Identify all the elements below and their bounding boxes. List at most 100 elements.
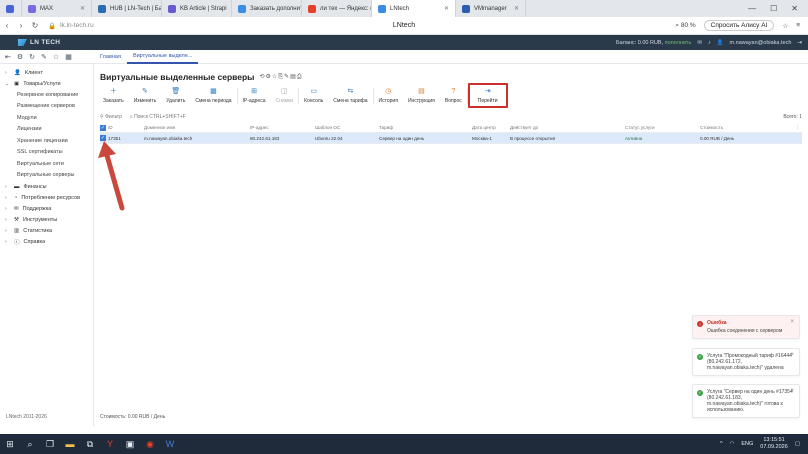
- browser-tab[interactable]: KB Article | Strapi✕: [162, 0, 232, 17]
- column-header[interactable]: Стоимость: [700, 123, 723, 132]
- user-icon[interactable]: 👤: [717, 40, 724, 46]
- column-header[interactable]: Шаблон ОС: [315, 123, 340, 132]
- user-email[interactable]: m.nawayan@obiaka.tech: [730, 40, 792, 46]
- explorer-icon[interactable]: ▣: [120, 434, 140, 454]
- row-checkbox[interactable]: ✓: [100, 133, 106, 143]
- toolbar-button[interactable]: ✎ Изменить: [129, 85, 162, 107]
- breadcrumb-item[interactable]: Виртуальные выделе...: [126, 50, 199, 64]
- column-header[interactable]: Тариф: [379, 123, 393, 132]
- filter-button[interactable]: ⚲ Фильтр: [100, 114, 122, 120]
- toolbar-button[interactable]: ⇥ Перейти: [467, 83, 508, 108]
- browser-tab[interactable]: Заказать дополнительный✕: [232, 0, 302, 17]
- lang-indicator[interactable]: ENG: [741, 441, 753, 447]
- sidebar-section[interactable]: › ⓘ Справка: [0, 236, 93, 247]
- toolbar-button[interactable]: ? Вопрос: [440, 85, 467, 107]
- toolbar-button[interactable]: ◷ История: [374, 85, 403, 107]
- column-header[interactable]: Дата центр: [472, 123, 496, 132]
- back-icon[interactable]: ‹: [0, 21, 14, 30]
- sidebar-section[interactable]: › ✉ Поддержка: [0, 203, 93, 214]
- tab-close-icon[interactable]: ✕: [514, 5, 519, 12]
- notification-center-icon[interactable]: ▢: [795, 441, 800, 447]
- column-header[interactable]: IP-адрес: [250, 123, 269, 132]
- tray-expand-icon[interactable]: ^: [720, 441, 723, 447]
- collapse-icon[interactable]: ⇤: [5, 53, 11, 61]
- select-all-checkbox[interactable]: ✓: [100, 123, 106, 132]
- sidebar-subitem[interactable]: SSL сертификаты: [0, 147, 93, 159]
- logo[interactable]: LN TECH: [18, 39, 60, 46]
- forward-icon[interactable]: ›: [14, 21, 28, 30]
- sidebar-subitem[interactable]: Лицензии: [0, 124, 93, 136]
- sidebar-subitem[interactable]: Резервное копирование: [0, 89, 93, 101]
- toolbar-button[interactable]: ▭ Консоль: [299, 85, 328, 107]
- topup-link[interactable]: пополнить: [665, 40, 692, 46]
- column-settings-icon[interactable]: ⋮: [795, 123, 800, 132]
- yandex-browser-icon[interactable]: Y: [100, 434, 120, 454]
- url-field[interactable]: 🔒 lk.ln-tech.ru: [48, 22, 94, 30]
- toolbar-button[interactable]: ＋ Заказать: [98, 85, 129, 107]
- close-icon[interactable]: ×: [790, 388, 794, 394]
- browser-tab[interactable]: VMmanager ✕: [456, 0, 526, 17]
- sidebar-subitem[interactable]: Виртуальные сети: [0, 158, 93, 170]
- reload-icon[interactable]: ↻: [28, 21, 42, 30]
- sidebar-subitem[interactable]: Хранение лицензии: [0, 135, 93, 147]
- toolbar-button[interactable]: 🗑 Удалить: [161, 85, 190, 107]
- toolbar-button[interactable]: ▤ Инструкция: [403, 85, 440, 107]
- word-icon[interactable]: W: [160, 434, 180, 454]
- search-field[interactable]: ⌕ Поиск CTRL+SHIFT+F: [130, 114, 186, 120]
- title-actions-icons[interactable]: ⟲⚙☆⎘✎▤⎙: [259, 73, 302, 81]
- sidebar-section[interactable]: › ▬ Финансы: [0, 181, 93, 192]
- sidebar-subitem[interactable]: Виртуальные серверы: [0, 170, 93, 182]
- browser-tab[interactable]: LNtech ✕: [372, 0, 456, 17]
- zoom-indicator[interactable]: ⌕ 80 %: [675, 22, 695, 30]
- star-icon[interactable]: ☆: [53, 53, 59, 61]
- logo-mark-icon: [18, 39, 27, 46]
- close-icon[interactable]: ×: [790, 319, 794, 325]
- grid-icon[interactable]: ▦: [65, 53, 72, 61]
- sidebar-section[interactable]: ⌄ ▣ Товары/Услуги: [0, 78, 93, 89]
- close-icon[interactable]: ×: [790, 352, 794, 358]
- wifi-icon[interactable]: ◠: [730, 441, 735, 447]
- minimize-icon[interactable]: —: [748, 4, 756, 13]
- file-explorer-icon[interactable]: ▬: [60, 434, 80, 454]
- success-notification: ✓ × Услуга "Промокодный тариф #16444 (80.2…: [692, 348, 800, 376]
- refresh-icon[interactable]: ↻: [29, 53, 35, 61]
- task-view-icon[interactable]: ❐: [40, 434, 60, 454]
- browser-tab[interactable]: ли тех — Яндекс: нашлось✕: [302, 0, 372, 17]
- sidebar-section[interactable]: › ▥ Статистика: [0, 225, 93, 236]
- maximize-icon[interactable]: ☐: [770, 4, 777, 13]
- column-header[interactable]: Статус услуги: [625, 123, 655, 132]
- sidebar-section[interactable]: › ⚒ Инструменты: [0, 214, 93, 225]
- toolbar-button[interactable]: ⊞ IP-адреса: [238, 85, 271, 107]
- tab-close-icon[interactable]: ✕: [444, 5, 449, 12]
- browser-tab[interactable]: [0, 0, 22, 17]
- settings-icon[interactable]: ⚙: [17, 53, 23, 61]
- browser-tab[interactable]: MAX ✕: [22, 0, 92, 17]
- toolbar-button[interactable]: ▦ Смена периода: [190, 85, 236, 107]
- column-header[interactable]: Действует до: [510, 123, 538, 132]
- sidebar-subitem[interactable]: Размещение серверов: [0, 101, 93, 113]
- bookmark-icon[interactable]: ☆: [782, 22, 788, 30]
- column-header[interactable]: Доменное имя: [144, 123, 175, 132]
- ask-ai-button[interactable]: Спросить Алису AI: [703, 20, 775, 31]
- pin-icon[interactable]: ✎: [41, 53, 47, 61]
- sidebar-subitem[interactable]: Модули: [0, 112, 93, 124]
- tab-close-icon[interactable]: ✕: [80, 5, 85, 12]
- notifications-icon[interactable]: ✉: [697, 40, 702, 46]
- close-icon[interactable]: ✕: [791, 4, 798, 13]
- sidebar-section[interactable]: › ◔ Потребление ресурсов: [0, 192, 93, 203]
- logout-icon[interactable]: ⇥: [797, 40, 802, 46]
- menu-icon[interactable]: ≡: [796, 22, 800, 29]
- store-icon[interactable]: ⧉: [80, 434, 100, 454]
- chrome-icon[interactable]: ◉: [140, 434, 160, 454]
- clock[interactable]: 13:15:51 07.09.2026: [760, 437, 788, 451]
- start-icon[interactable]: ⊞: [0, 434, 20, 454]
- breadcrumb-item[interactable]: Главная: [94, 50, 127, 64]
- sidebar-section[interactable]: › 👤 Клиент: [0, 67, 93, 78]
- browser-tab[interactable]: HUB | LN-Tech | База знаний✕: [92, 0, 162, 17]
- toolbar-button[interactable]: ⇆ Смена тарифа: [328, 85, 372, 107]
- table-cell: 80.242.61.183: [250, 135, 280, 141]
- bell-icon[interactable]: ♪: [708, 40, 711, 46]
- search-icon[interactable]: ⌕: [20, 434, 40, 454]
- column-header[interactable]: ID: [108, 123, 113, 132]
- table-row[interactable]: ✓ 17351 m.nawayan.obiaka.tech 80.242.61.183…: [100, 133, 802, 144]
